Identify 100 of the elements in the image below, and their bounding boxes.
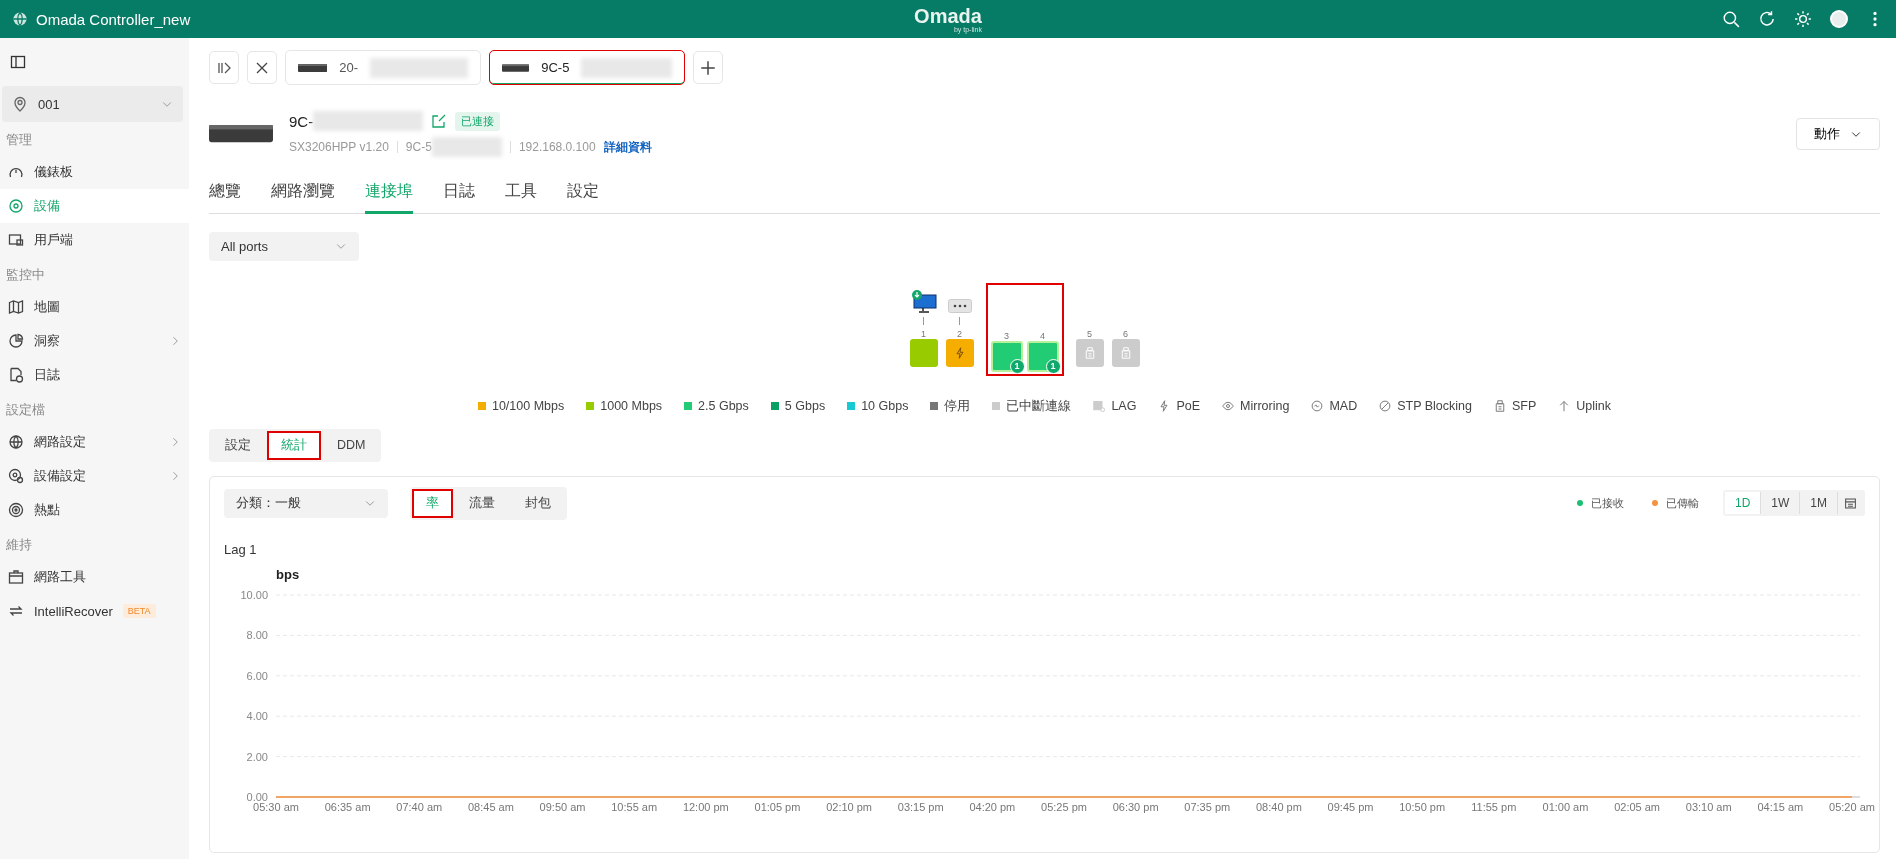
range-button[interactable]: 1M	[1800, 492, 1838, 514]
device-tab[interactable]: 20-	[285, 50, 481, 85]
globe-icon	[8, 434, 24, 450]
axis-tick-label: 02:05 am	[1614, 800, 1661, 813]
sidebar-item[interactable]: 設備設定	[0, 459, 189, 493]
calendar-icon[interactable]	[1844, 496, 1857, 510]
refresh-icon[interactable]	[1758, 10, 1776, 28]
axis-tick-label: 09:50 am	[539, 800, 586, 813]
axis-tick-label: 05:30 am	[253, 800, 299, 813]
nav-tab[interactable]: 設定	[567, 181, 599, 214]
toolbox-icon	[8, 569, 24, 585]
location-pin-icon	[12, 96, 28, 112]
edit-icon[interactable]	[431, 113, 448, 129]
sidebar-item[interactable]: 網路工具	[0, 560, 189, 594]
signal-icon	[8, 502, 24, 518]
close-button[interactable]	[247, 51, 277, 84]
port-filter-select[interactable]: All ports	[209, 231, 359, 261]
axis-tick-label: 06:30 pm	[1112, 800, 1159, 813]
beta-badge: BETA	[122, 604, 156, 618]
legend-label: PoE	[1176, 399, 1201, 413]
category-select[interactable]: 分類：一般	[224, 488, 388, 518]
nav-tab[interactable]: 網路瀏覽	[271, 181, 335, 214]
axis-tick-label: 6.00	[246, 669, 268, 682]
sidebar-item[interactable]: 用戶端	[0, 223, 189, 257]
sidebar-item[interactable]: IntelliRecover BETA	[0, 594, 189, 628]
legend-label: 10 Gbps	[861, 399, 909, 413]
sidebar-item[interactable]: 儀錶板	[0, 155, 189, 189]
axis-tick-label: 4.00	[246, 709, 268, 722]
axis-tick-label: 10:55 am	[611, 800, 658, 813]
legend-label: 已傳輸	[1666, 495, 1699, 511]
blocked-icon	[1379, 400, 1392, 412]
sun-icon[interactable]	[1794, 10, 1812, 28]
section-heading: 管理	[5, 132, 33, 149]
legend-label: 已中斷連線	[1006, 397, 1072, 415]
lightning-icon	[953, 346, 966, 359]
legend-label: Uplink	[1576, 399, 1612, 413]
sidebar-toggle-icon[interactable]	[10, 54, 26, 70]
target-icon	[8, 198, 24, 214]
sidebar-item[interactable]: 洞察	[0, 324, 189, 358]
metric-tab[interactable]: 封包	[511, 488, 565, 518]
axis-tick-label: 05:25 pm	[1041, 800, 1087, 813]
section-heading: 維持	[5, 537, 33, 554]
lag-icon	[1093, 400, 1106, 412]
device-tab[interactable]: 9C-5	[489, 50, 685, 85]
axis-tick-label: 2.00	[246, 750, 268, 763]
avatar[interactable]	[1830, 10, 1848, 28]
nav-tab[interactable]: 日誌	[443, 181, 475, 214]
axis-tick-label: 10:50 pm	[1399, 800, 1446, 813]
nav-tab[interactable]: 總覽	[209, 181, 241, 214]
port-number: 4	[1040, 330, 1045, 341]
plus-icon	[699, 58, 717, 77]
site-selector[interactable]: 001	[2, 86, 183, 122]
axis-tick-label: 05:20 am	[1829, 800, 1875, 813]
globe-icon	[12, 11, 28, 27]
legend-label: 已接收	[1591, 495, 1624, 511]
sidebar-item[interactable]: 網路設定	[0, 425, 189, 459]
circle-wave-icon	[1311, 400, 1324, 412]
nav-tab[interactable]: 工具	[505, 181, 537, 214]
port[interactable]	[945, 338, 974, 367]
legend-label: LAG	[1111, 399, 1137, 413]
unknown-device-icon	[947, 298, 972, 313]
metric-tab[interactable]: 流量	[455, 488, 509, 518]
axis-tick-label: 09:45 pm	[1327, 800, 1374, 813]
port-number: 2	[957, 328, 962, 339]
action-button[interactable]: 動作	[1796, 118, 1880, 150]
details-link[interactable]: 詳細資料	[603, 138, 652, 156]
axis-tick-label: 11:55 pm	[1471, 800, 1517, 813]
axis-tick-label: 8.00	[246, 628, 268, 641]
sub-tab[interactable]: DDM	[323, 430, 380, 460]
monitor-icon	[8, 232, 24, 248]
axis-tick-label: 03:10 am	[1685, 800, 1732, 813]
port-number: 3	[1004, 330, 1009, 341]
eye-icon	[1222, 400, 1235, 412]
axis-tick-label: 10.00	[240, 588, 268, 601]
sidebar-item[interactable]: 熱點	[0, 493, 189, 527]
range-button[interactable]: 1W	[1761, 492, 1801, 514]
axis-tick-label: 06:35 am	[324, 800, 371, 813]
axis-tick-label: 12:00 pm	[682, 800, 729, 813]
add-button[interactable]	[693, 51, 723, 84]
axis-tick-label: 01:00 am	[1542, 800, 1589, 813]
search-icon[interactable]	[1722, 10, 1740, 28]
legend-label: SFP	[1511, 399, 1537, 413]
sidebar-item[interactable]: 日誌	[0, 358, 189, 392]
section-heading: 設定檔	[5, 402, 46, 419]
arrow-up-icon	[1558, 400, 1571, 412]
legend-label: 停用	[944, 397, 971, 415]
axis-tick-label: 04:20 pm	[969, 800, 1016, 813]
sidebar-item[interactable]: 地圖	[0, 290, 189, 324]
sub-tab[interactable]: 設定	[211, 430, 265, 460]
document-icon	[8, 367, 24, 383]
legend-label: MAD	[1329, 399, 1358, 413]
sfp-icon	[1119, 346, 1132, 359]
switch-drawing	[502, 62, 530, 73]
mac-text: 9C-5	[405, 140, 432, 154]
legend-label: 1000 Mbps	[600, 399, 663, 413]
legend-label: STP Blocking	[1397, 399, 1472, 413]
sfp-icon	[1493, 400, 1506, 412]
axis-tick-label: 08:45 am	[467, 800, 514, 813]
expand-button[interactable]	[209, 51, 239, 84]
computer-icon	[910, 288, 937, 313]
